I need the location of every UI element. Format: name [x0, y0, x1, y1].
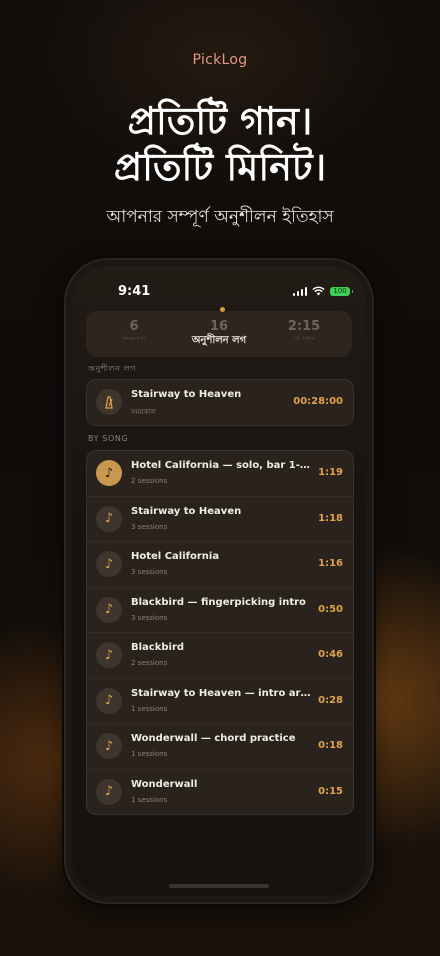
summary-subtitle: সময়কাল: [131, 408, 156, 416]
page-indicator-dot: [220, 307, 225, 312]
phone-mockup: 9:41 100 6 দিনের ধারা 16 সেশন 2:15 এই সপ…: [66, 260, 372, 902]
section-label-songs: BY SONG: [88, 434, 129, 443]
song-list: ♪ Hotel California — solo, bar 1-16 2 se…: [86, 450, 354, 815]
song-title: Wonderwall: [131, 778, 198, 790]
headline: প্রতিটি গান। প্রতিটি মিনিট।: [0, 98, 440, 190]
song-sessions: 1 sessions: [131, 750, 168, 758]
wifi-icon: [312, 286, 325, 296]
summary-title: Stairway to Heaven: [131, 389, 242, 400]
song-duration: 0:15: [318, 785, 343, 797]
music-note-icon: ♪: [96, 551, 122, 577]
stat-value: 6: [129, 319, 139, 334]
music-note-icon: ♪: [96, 596, 122, 623]
song-row[interactable]: ♪ Wonderwall 1 sessions 0:15: [87, 768, 353, 815]
subtitle: আপনার সম্পূর্ণ অনুশীলন ইতিহাস: [106, 207, 334, 227]
summary-card[interactable]: Stairway to Heaven সময়কাল 00:28:00: [86, 379, 354, 426]
song-row[interactable]: ♪ Blackbird 2 sessions 0:46: [87, 632, 353, 678]
headline-line-1: প্রতিটি গান।: [127, 98, 313, 143]
song-duration: 0:46: [318, 649, 343, 660]
song-row[interactable]: ♪ Stairway to Heaven — intro arpeg... 1 …: [87, 677, 353, 724]
home-indicator[interactable]: [169, 884, 269, 888]
song-duration: 1:19: [318, 467, 343, 478]
song-title: Blackbird: [131, 642, 185, 653]
song-sessions: 2 sessions: [131, 659, 168, 667]
stat-value: 16: [209, 319, 229, 334]
song-title: Hotel California: [131, 551, 220, 562]
song-row[interactable]: ♪ Wonderwall — chord practice 1 sessions…: [87, 723, 353, 769]
summary-row[interactable]: Stairway to Heaven সময়কাল 00:28:00: [87, 380, 353, 425]
song-row[interactable]: ♪ Hotel California 3 sessions 1:16: [87, 541, 353, 587]
phone-screen: 9:41 100 6 দিনের ধারা 16 সেশন 2:15 এই সপ…: [72, 266, 366, 896]
song-sessions: 3 sessions: [131, 568, 168, 576]
song-duration: 0:18: [318, 740, 343, 751]
song-sessions: 3 sessions: [131, 613, 168, 622]
song-sessions: 2 sessions: [131, 477, 168, 485]
summary-duration: 00:28:00: [293, 396, 343, 407]
music-note-icon: ♪: [96, 778, 122, 805]
song-duration: 1:16: [318, 558, 343, 569]
song-duration: 1:18: [318, 512, 343, 524]
headline-line-2: প্রতিটি মিনিট।: [113, 144, 327, 189]
song-sessions: 1 sessions: [131, 795, 168, 804]
cellular-signal-icon: [292, 286, 307, 296]
music-note-icon: ♪: [96, 460, 122, 486]
status-bar: 9:41 100: [72, 284, 366, 304]
song-row[interactable]: ♪ Hotel California — solo, bar 1-16 2 se…: [87, 451, 353, 496]
song-duration: 0:28: [318, 694, 343, 706]
music-note-icon: ♪: [96, 642, 122, 668]
song-row[interactable]: ♪ Blackbird — fingerpicking intro 3 sess…: [87, 586, 353, 633]
song-sessions: 1 sessions: [131, 704, 168, 713]
song-title: Hotel California — solo, bar 1-16: [131, 460, 311, 471]
sheet-title: অনুশীলন লগ: [191, 335, 247, 346]
music-note-icon: ♪: [96, 733, 122, 759]
song-title: Wonderwall — chord practice: [131, 733, 296, 744]
brand-name: PickLog: [192, 52, 248, 68]
song-title: Stairway to Heaven: [131, 505, 242, 517]
song-title: Stairway to Heaven — intro arpeg...: [131, 687, 311, 699]
song-duration: 0:50: [318, 603, 343, 615]
status-time: 9:41: [118, 284, 151, 299]
stat-value: 2:15: [287, 319, 321, 334]
song-sessions: 3 sessions: [131, 522, 168, 531]
status-icons: 100: [292, 286, 353, 296]
song-title: Blackbird — fingerpicking intro: [131, 596, 306, 608]
section-label-log: অনুশীলন লগ: [88, 364, 137, 373]
music-note-icon: ♪: [96, 505, 122, 532]
music-note-icon: ♪: [96, 687, 122, 714]
battery-icon: 100: [330, 286, 353, 296]
song-row[interactable]: ♪ Stairway to Heaven 3 sessions 1:18: [87, 495, 353, 542]
metronome-icon: [96, 389, 122, 415]
